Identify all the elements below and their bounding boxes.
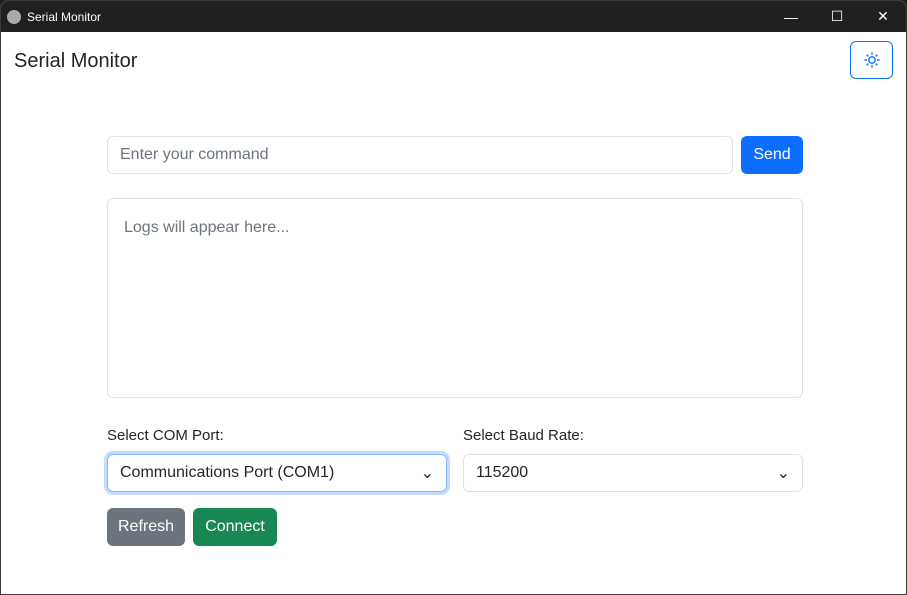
logs-area[interactable]: Logs will appear here... <box>107 198 803 398</box>
baud-rate-label: Select Baud Rate: <box>463 427 584 444</box>
minimize-button[interactable]: — <box>768 1 814 32</box>
com-port-label: Select COM Port: <box>107 427 224 444</box>
connect-button[interactable]: Connect <box>193 508 277 546</box>
chevron-down-icon: ⌄ <box>776 465 790 482</box>
sun-icon <box>863 52 880 68</box>
close-button[interactable]: ✕ <box>860 1 906 32</box>
com-port-value: Communications Port (COM1) <box>120 464 335 481</box>
baud-rate-select[interactable]: 115200 ⌄ <box>463 454 803 492</box>
baud-rate-value: 115200 <box>476 464 529 481</box>
title-bar: Serial Monitor — ☐ ✕ <box>1 1 906 32</box>
command-input[interactable]: Enter your command <box>107 136 733 174</box>
maximize-button[interactable]: ☐ <box>814 1 860 32</box>
chevron-down-icon: ⌄ <box>420 465 434 482</box>
app-title: Serial Monitor <box>14 50 138 72</box>
com-port-select[interactable]: Communications Port (COM1) ⌄ <box>107 454 447 492</box>
app-window: Serial Monitor — ☐ ✕ Serial Monitor Ente… <box>0 0 907 595</box>
globe-icon <box>7 9 21 24</box>
app-header: Serial Monitor <box>1 32 906 90</box>
theme-toggle-button[interactable] <box>850 41 893 79</box>
window-title: Serial Monitor <box>27 9 102 24</box>
send-button[interactable]: Send <box>741 136 803 174</box>
refresh-button[interactable]: Refresh <box>107 508 185 546</box>
